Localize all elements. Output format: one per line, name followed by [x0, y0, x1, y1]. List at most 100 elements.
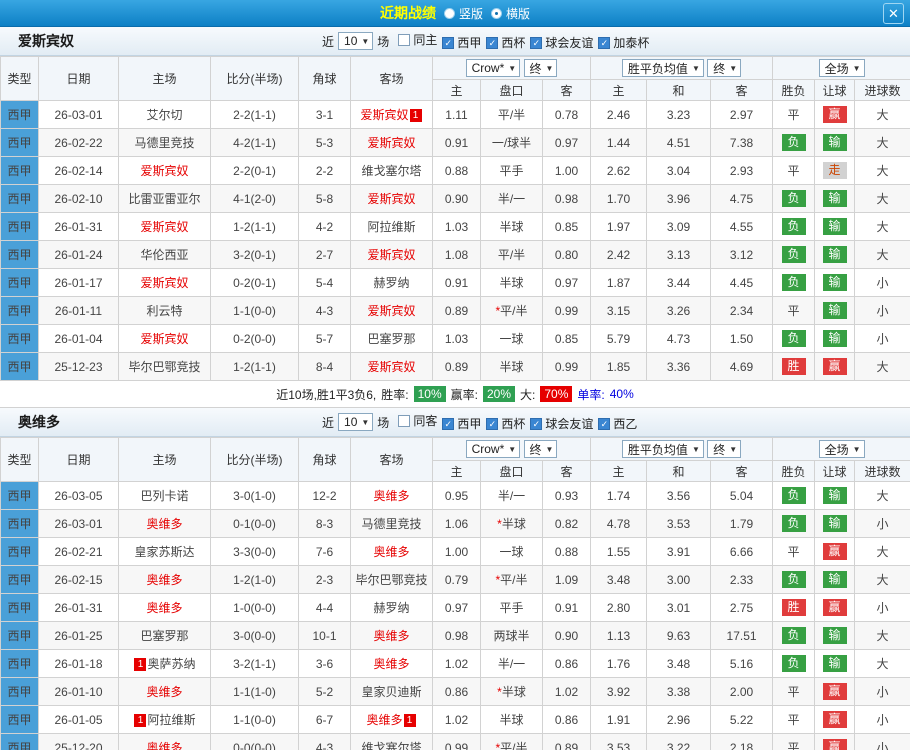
- handicap-result: 输: [814, 184, 856, 213]
- table-row: 西甲 26-02-22 马德里竞技 4-2(1-1) 5-3 爱斯宾奴 0.91 一/球半 0.…: [0, 128, 910, 157]
- away-odds: 1.02: [541, 677, 592, 706]
- handicap-line: 一球: [480, 324, 543, 353]
- team-label: 奥维多: [373, 629, 410, 643]
- section-header: 奥维多 近 10 ▼ 场 同客 ✓ 西甲 ✓ 西杯 ✓ 球会友谊 ✓ 西乙: [0, 408, 910, 437]
- avg-draw-odds: 2.96: [646, 705, 712, 734]
- handicap-result-badge: 输: [822, 330, 847, 347]
- wdl-result: 胜: [772, 352, 816, 381]
- filter-checkbox-加泰杯[interactable]: ✓ 加泰杯: [598, 34, 649, 51]
- odds-final-select[interactable]: 终 ▼: [523, 440, 558, 458]
- handicap-line: *半球: [480, 509, 543, 538]
- chevron-down-icon: ▼: [691, 444, 700, 454]
- checkbox-unchecked-icon: [398, 33, 411, 46]
- avg-home-odds: 3.15: [590, 296, 648, 325]
- col-header-corner: 角球: [298, 56, 351, 101]
- avg-draw-odds: 3.01: [646, 593, 712, 622]
- table-row: 西甲 26-01-24 华伦西亚 3-2(0-1) 2-7 爱斯宾奴 1.08 平/半 0.80…: [0, 240, 910, 269]
- score-cell: 3-2(0-1): [210, 240, 299, 269]
- filter-checkbox-西甲[interactable]: ✓ 西甲: [442, 34, 481, 51]
- match-date: 26-01-04: [38, 324, 119, 353]
- radio-vertical-layout[interactable]: 竖版: [443, 5, 483, 22]
- radio-horizontal-layout[interactable]: 横版: [491, 5, 530, 22]
- odds-company-select[interactable]: Crow* ▼: [465, 440, 521, 458]
- table-row: 西甲 26-03-05 巴列卡诺 3-0(1-0) 12-2 奥维多 0.95 半/一 0.93…: [0, 481, 910, 510]
- filter-checkbox-西甲[interactable]: ✓ 西甲: [442, 415, 481, 432]
- avg-away-odds: 2.93: [710, 156, 774, 185]
- avg-select[interactable]: 胜平负均值 ▼: [621, 440, 704, 458]
- home-team: 爱斯宾奴: [118, 156, 211, 185]
- odds-company-select[interactable]: Crow* ▼: [465, 59, 521, 77]
- home-team: 马德里竞技: [118, 128, 211, 157]
- filter-bar: 近 10 ▼ 场 同客 ✓ 西甲 ✓ 西杯 ✓ 球会友谊 ✓ 西乙: [322, 412, 637, 432]
- wdl-result-badge: 负: [781, 218, 806, 235]
- avg-final-select[interactable]: 终 ▼: [707, 59, 742, 77]
- team-label: 爱斯宾奴: [140, 332, 189, 346]
- table-row: 西甲 25-12-20 奥维多 0-0(0-0) 4-3 维戈塞尔塔 0.99 *平/半 0.8…: [0, 733, 910, 750]
- filter-checkbox-同客[interactable]: 同客: [398, 412, 437, 429]
- scope-select[interactable]: 全场 ▼: [818, 59, 865, 77]
- team-label: 奥维多: [146, 573, 183, 587]
- avg-select[interactable]: 胜平负均值 ▼: [621, 59, 704, 77]
- away-team: 爱斯宾奴: [350, 128, 433, 157]
- filter-checkbox-西乙[interactable]: ✓ 西乙: [598, 415, 637, 432]
- home-odds: 0.95: [432, 481, 481, 510]
- red-card-badge: 1: [403, 714, 416, 728]
- league-cell: 西甲: [0, 128, 39, 157]
- filter-checkbox-西杯[interactable]: ✓ 西杯: [486, 415, 525, 432]
- avg-draw-odds: 3.13: [646, 240, 712, 269]
- home-odds: 0.97: [432, 593, 481, 622]
- handicap-line: 一球: [480, 537, 543, 566]
- team-label: 爱斯宾奴: [140, 220, 189, 234]
- league-cell: 西甲: [0, 565, 39, 594]
- checkbox-checked-icon: ✓: [530, 36, 543, 49]
- stat-label: 胜率:: [381, 387, 409, 402]
- handicap-result-badge: 赢: [822, 739, 847, 750]
- avg-draw-odds: 3.22: [646, 733, 712, 750]
- table-row: 西甲 26-01-11 利云特 1-1(0-0) 4-3 爱斯宾奴 0.89 *平/半 0.99…: [0, 296, 910, 325]
- filter-checkbox-球会友谊[interactable]: ✓ 球会友谊: [530, 34, 593, 51]
- team-label: 爱斯宾奴: [367, 304, 416, 318]
- match-date: 26-01-31: [38, 212, 119, 241]
- team-label: 爱斯宾奴: [140, 276, 189, 290]
- corner-score: 8-3: [298, 509, 351, 538]
- match-count-select[interactable]: 10 ▼: [338, 413, 374, 431]
- wdl-result: 负: [772, 649, 816, 678]
- avg-home-odds: 2.62: [590, 156, 648, 185]
- home-team: 毕尔巴鄂竞技: [118, 352, 211, 381]
- home-team: 1 阿拉维斯: [118, 705, 211, 734]
- match-count-select[interactable]: 10 ▼: [338, 32, 374, 50]
- league-cell: 西甲: [0, 733, 39, 750]
- avg-home-odds: 2.80: [590, 593, 648, 622]
- avg-away-odds: 2.75: [710, 593, 774, 622]
- close-icon[interactable]: ✕: [883, 3, 904, 24]
- league-cell: 西甲: [0, 509, 39, 538]
- checkbox-group: 同客 ✓ 西甲 ✓ 西杯 ✓ 球会友谊 ✓ 西乙: [393, 412, 637, 432]
- scope-select[interactable]: 全场 ▼: [818, 440, 865, 458]
- sub-col-header: 主: [432, 460, 481, 482]
- home-odds: 1.03: [432, 324, 481, 353]
- stat-label: 单率:: [577, 387, 605, 402]
- filter-checkbox-球会友谊[interactable]: ✓ 球会友谊: [530, 415, 593, 432]
- team-label: 奥维多: [146, 601, 183, 615]
- handicap-result: 赢: [814, 593, 856, 622]
- home-odds: 1.11: [432, 100, 481, 129]
- team-label: 维戈塞尔塔: [361, 164, 422, 178]
- red-card-badge: 1: [409, 109, 422, 123]
- home-team: 华伦西亚: [118, 240, 211, 269]
- wdl-result: 平: [772, 537, 816, 566]
- match-date: 26-02-10: [38, 184, 119, 213]
- table-row: 西甲 26-03-01 艾尔切 2-2(1-1) 3-1 爱斯宾奴 1 1.11 平/半 0.78…: [0, 100, 910, 129]
- away-team: 爱斯宾奴 1: [350, 100, 433, 129]
- away-team: 马德里竞技: [350, 509, 433, 538]
- filter-checkbox-同主[interactable]: 同主: [398, 31, 437, 48]
- avg-final-select[interactable]: 终 ▼: [707, 440, 742, 458]
- team-label: 赫罗纳: [373, 276, 410, 290]
- filter-checkbox-西杯[interactable]: ✓ 西杯: [486, 34, 525, 51]
- wdl-result-badge: 负: [781, 487, 806, 504]
- team-label: 皇家贝迪斯: [361, 685, 422, 699]
- away-team: 维戈塞尔塔: [350, 156, 433, 185]
- odds-final-select[interactable]: 终 ▼: [523, 59, 558, 77]
- handicap-result-badge: 赢: [822, 106, 847, 123]
- col-header-corner: 角球: [298, 437, 351, 482]
- match-count-value: 10: [344, 415, 358, 429]
